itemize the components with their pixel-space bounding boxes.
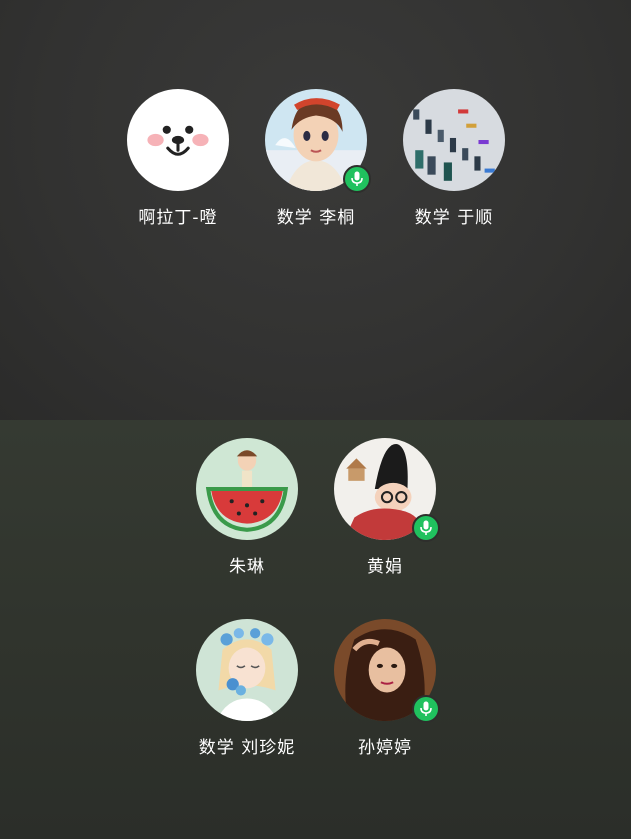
member-3[interactable]: 朱琳 — [177, 438, 317, 577]
mic-badge — [412, 514, 440, 542]
microphone-icon — [420, 520, 432, 535]
member-4[interactable]: 黄娟 — [315, 438, 455, 577]
member-5[interactable]: 数学 刘珍妮 — [177, 619, 317, 758]
member-0[interactable]: 啊拉丁-噔 — [108, 89, 248, 228]
member-name: 孙婷婷 — [358, 738, 412, 758]
microphone-icon — [420, 701, 432, 716]
member-name: 啊拉丁-噔 — [138, 208, 218, 228]
member-name: 黄娟 — [367, 557, 403, 577]
member-1[interactable]: 数学 李桐 — [246, 89, 386, 228]
member-name: 数学 于顺 — [414, 208, 494, 228]
bunny-face-icon — [127, 89, 229, 191]
microphone-icon — [351, 171, 363, 186]
member-name: 朱琳 — [229, 557, 265, 577]
watermelon-girl-icon — [196, 438, 298, 540]
chart-photo-icon — [403, 89, 505, 191]
member-2[interactable]: 数学 于顺 — [384, 89, 524, 228]
mic-badge — [343, 165, 371, 193]
member-6[interactable]: 孙婷婷 — [315, 619, 455, 758]
flower-girl-icon — [196, 619, 298, 721]
member-name: 数学 刘珍妮 — [198, 738, 296, 758]
member-name: 数学 李桐 — [276, 208, 356, 228]
mic-badge — [412, 695, 440, 723]
